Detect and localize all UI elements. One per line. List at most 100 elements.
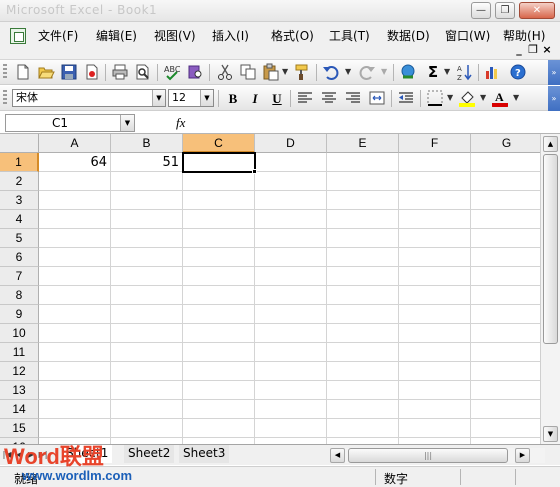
cell-b11[interactable] (111, 343, 183, 362)
cut-icon[interactable] (216, 63, 234, 81)
cell-g10[interactable] (471, 324, 540, 343)
menu-edit[interactable]: 编辑(E) (92, 26, 141, 46)
redo-dropdown-icon[interactable]: ▼ (381, 67, 387, 76)
cell-c13[interactable] (183, 381, 255, 400)
menu-window[interactable]: 窗口(W) (441, 26, 494, 46)
spelling-icon[interactable]: ABC (163, 63, 181, 81)
cell-g7[interactable] (471, 267, 540, 286)
cell-b2[interactable] (111, 172, 183, 191)
cell-g15[interactable] (471, 419, 540, 438)
cell-g3[interactable] (471, 191, 540, 210)
cell-a9[interactable] (39, 305, 111, 324)
column-header-a[interactable]: A (39, 134, 111, 153)
cell-g6[interactable] (471, 248, 540, 267)
undo-dropdown-icon[interactable]: ▼ (345, 67, 351, 76)
maximize-button[interactable]: ❐ (495, 2, 515, 19)
cell-d4[interactable] (255, 210, 327, 229)
cell-g5[interactable] (471, 229, 540, 248)
close-button[interactable]: ✕ (519, 2, 555, 19)
cell-c9[interactable] (183, 305, 255, 324)
cell-a14[interactable] (39, 400, 111, 419)
print-icon[interactable] (111, 63, 129, 81)
cell-d15[interactable] (255, 419, 327, 438)
cell-e9[interactable] (327, 305, 399, 324)
sheet-tab-sheet2[interactable]: Sheet2 (124, 445, 175, 463)
cell-c12[interactable] (183, 362, 255, 381)
menu-format[interactable]: 格式(O) (267, 26, 318, 46)
cell-f12[interactable] (399, 362, 471, 381)
prev-sheet-icon[interactable]: ◀ (14, 448, 24, 462)
row-header-5[interactable]: 5 (0, 229, 39, 248)
row-header-1[interactable]: 1 (0, 153, 39, 172)
align-center-icon[interactable] (320, 89, 338, 107)
cell-b9[interactable] (111, 305, 183, 324)
cell-f6[interactable] (399, 248, 471, 267)
cell-f13[interactable] (399, 381, 471, 400)
cell-f3[interactable] (399, 191, 471, 210)
font-color-dropdown-icon[interactable]: ▼ (513, 93, 519, 102)
permission-icon[interactable] (83, 63, 101, 81)
bold-button[interactable]: B (224, 90, 242, 107)
next-sheet-icon[interactable]: ▶ (26, 448, 36, 462)
autosum-icon[interactable]: Σ (424, 63, 442, 81)
cell-a3[interactable] (39, 191, 111, 210)
hyperlink-icon[interactable] (399, 63, 417, 81)
toolbar-options-icon[interactable]: » (548, 60, 560, 85)
cell-f5[interactable] (399, 229, 471, 248)
vertical-scroll-thumb[interactable] (543, 154, 558, 344)
cell-e14[interactable] (327, 400, 399, 419)
undo-icon[interactable] (322, 63, 340, 81)
cell-d11[interactable] (255, 343, 327, 362)
cell-b12[interactable] (111, 362, 183, 381)
cell-b4[interactable] (111, 210, 183, 229)
first-sheet-icon[interactable]: |◀ (2, 448, 12, 462)
font-size-select[interactable]: 12 ▼ (168, 89, 214, 107)
row-header-15[interactable]: 15 (0, 419, 39, 438)
paste-icon[interactable] (262, 63, 280, 81)
row-header-10[interactable]: 10 (0, 324, 39, 343)
cell-g12[interactable] (471, 362, 540, 381)
menu-insert[interactable]: 插入(I) (208, 26, 253, 46)
open-icon[interactable] (37, 63, 55, 81)
select-all-button[interactable] (0, 134, 39, 153)
cell-c14[interactable] (183, 400, 255, 419)
workbook-restore-button[interactable]: ❐ (526, 44, 540, 56)
cell-f8[interactable] (399, 286, 471, 305)
cell-f15[interactable] (399, 419, 471, 438)
cell-g13[interactable] (471, 381, 540, 400)
row-header-9[interactable]: 9 (0, 305, 39, 324)
cell-e5[interactable] (327, 229, 399, 248)
column-header-b[interactable]: B (111, 134, 183, 153)
cell-f10[interactable] (399, 324, 471, 343)
sheet-tab-sheet1[interactable]: Sheet1 (62, 445, 113, 463)
row-header-8[interactable]: 8 (0, 286, 39, 305)
fill-color-dropdown-icon[interactable]: ▼ (480, 93, 486, 102)
insert-function-icon[interactable]: fx (176, 115, 185, 131)
cell-c6[interactable] (183, 248, 255, 267)
cell-d12[interactable] (255, 362, 327, 381)
cell-b6[interactable] (111, 248, 183, 267)
menu-data[interactable]: 数据(D) (383, 26, 434, 46)
vertical-scrollbar[interactable]: ▲ ▼ (540, 134, 560, 444)
cell-c15[interactable] (183, 419, 255, 438)
row-header-11[interactable]: 11 (0, 343, 39, 362)
cell-d2[interactable] (255, 172, 327, 191)
workbook-minimize-button[interactable]: _ (512, 44, 526, 56)
cell-e6[interactable] (327, 248, 399, 267)
cell-b7[interactable] (111, 267, 183, 286)
cell-g9[interactable] (471, 305, 540, 324)
column-header-e[interactable]: E (327, 134, 399, 153)
column-header-c[interactable]: C (183, 134, 255, 153)
cell-e2[interactable] (327, 172, 399, 191)
align-left-icon[interactable] (296, 89, 314, 107)
worksheet-grid[interactable]: ABCDEFG164512345678910111213141516 (0, 134, 540, 444)
cell-d5[interactable] (255, 229, 327, 248)
cell-c7[interactable] (183, 267, 255, 286)
merge-center-icon[interactable] (368, 89, 386, 107)
cell-a10[interactable] (39, 324, 111, 343)
toolbar-grip[interactable] (3, 64, 7, 80)
cell-g11[interactable] (471, 343, 540, 362)
column-header-g[interactable]: G (471, 134, 540, 153)
decrease-indent-icon[interactable] (397, 89, 415, 107)
cell-a1[interactable]: 64 (39, 153, 111, 172)
